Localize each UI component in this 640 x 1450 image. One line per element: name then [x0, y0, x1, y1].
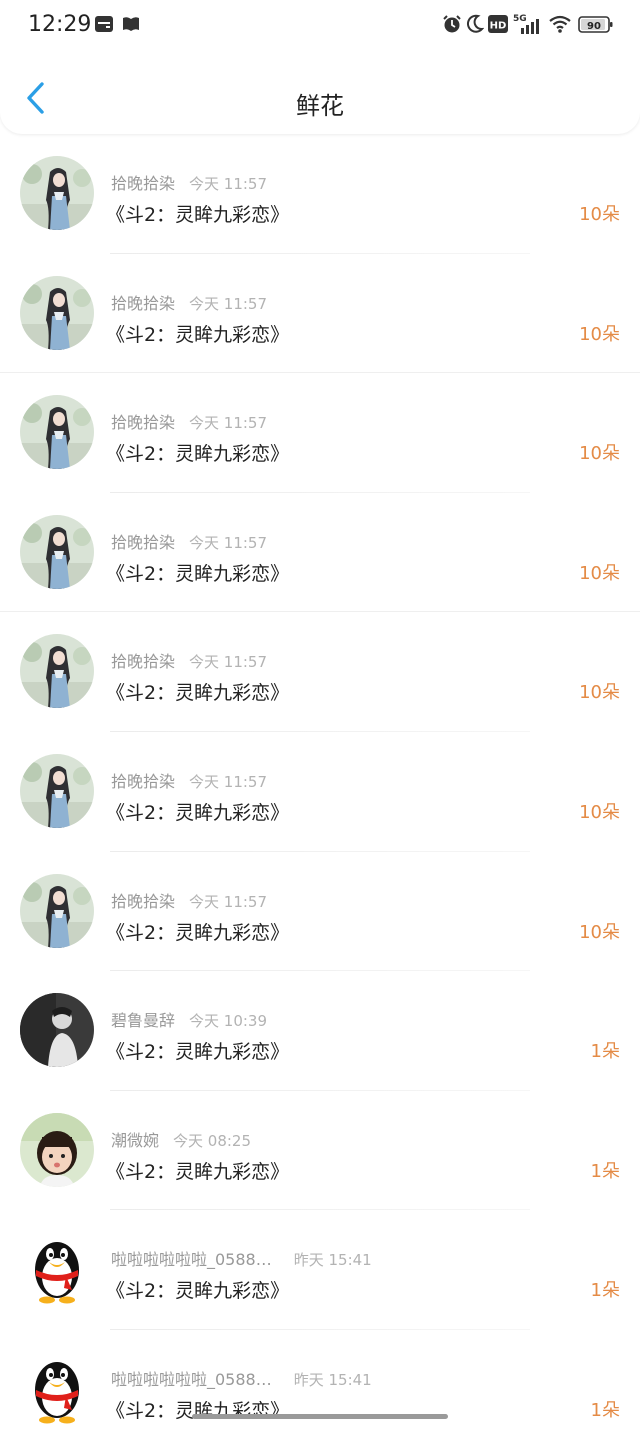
storage-icon: [94, 14, 114, 38]
avatar[interactable]: [20, 156, 94, 230]
book-title: 《斗2：灵眸九彩恋》: [106, 1160, 290, 1183]
timestamp: 今天 11:57: [189, 892, 268, 911]
list-item[interactable]: 碧鲁曼辞 今天 10:39 《斗2：灵眸九彩恋》 1朵: [0, 971, 640, 1091]
timestamp: 昨天 15:41: [293, 1251, 372, 1270]
status-bar: 12:29 HD 5G 90: [0, 0, 640, 52]
timestamp: 今天 11:57: [189, 772, 268, 791]
flower-count: 10朵: [579, 323, 620, 345]
list-item[interactable]: 拾晚拾染 今天 11:57 《斗2：灵眸九彩恋》 10朵: [0, 732, 640, 852]
timestamp: 今天 10:39: [189, 1012, 268, 1031]
list-item[interactable]: 潮微婉 今天 08:25 《斗2：灵眸九彩恋》 1朵: [0, 1091, 640, 1211]
avatar[interactable]: [20, 1352, 94, 1426]
avatar[interactable]: [20, 1113, 94, 1187]
flower-count: 1朵: [590, 1160, 620, 1182]
flower-count: 10朵: [579, 801, 620, 823]
avatar[interactable]: [20, 276, 94, 350]
username: 碧鲁曼辞 今天 10:39: [111, 1011, 268, 1031]
avatar[interactable]: [20, 395, 94, 469]
username: 拾晚拾染 今天 11:57: [111, 413, 268, 433]
list-item[interactable]: 啦啦啦啦啦啦_0588… 昨天 15:41 《斗2：灵眸九彩恋》 1朵: [0, 1210, 640, 1330]
book-title: 《斗2：灵眸九彩恋》: [106, 921, 290, 944]
penguin-icon: [20, 1352, 94, 1426]
wifi-icon: [548, 14, 572, 38]
app-header: 12:29 HD 5G 90 鲜花: [0, 0, 640, 134]
battery-level: 90: [587, 21, 601, 32]
timestamp: 今天 08:25: [173, 1131, 252, 1150]
moon-icon: [466, 14, 485, 38]
username: 拾晚拾染 今天 11:57: [111, 293, 268, 313]
timestamp: 昨天 15:41: [293, 1370, 372, 1389]
signal-icon: 5G: [512, 12, 544, 40]
username: 啦啦啦啦啦啦_0588… 昨天 15:41: [111, 1250, 372, 1270]
flower-count: 10朵: [579, 443, 620, 465]
avatar[interactable]: [20, 874, 94, 948]
flower-count: 1朵: [590, 1399, 620, 1421]
penguin-icon: [20, 1232, 94, 1306]
timestamp: 今天 11:57: [189, 414, 268, 433]
username: 啦啦啦啦啦啦_0588… 昨天 15:41: [111, 1369, 372, 1389]
timestamp: 今天 11:57: [189, 294, 268, 313]
timestamp: 今天 11:57: [189, 175, 268, 193]
flower-count: 1朵: [590, 1280, 620, 1302]
list-item[interactable]: 拾晚拾染 今天 11:57 《斗2：灵眸九彩恋》 10朵: [0, 852, 640, 972]
timestamp: 今天 11:57: [189, 533, 268, 552]
username: 拾晚拾染 今天 11:57: [111, 771, 268, 791]
nav-bar: 鲜花: [0, 66, 640, 132]
flower-count: 10朵: [579, 682, 620, 704]
flower-count: 10朵: [579, 562, 620, 584]
page-title: 鲜花: [296, 92, 344, 120]
list-item[interactable]: 拾晚拾染 今天 11:57 《斗2：灵眸九彩恋》 10朵: [0, 254, 640, 374]
hd-icon: HD: [488, 14, 508, 38]
book-title: 《斗2：灵眸九彩恋》: [106, 682, 290, 705]
avatar[interactable]: [20, 515, 94, 589]
flower-count: 1朵: [590, 1041, 620, 1063]
status-time: 12:29: [28, 12, 92, 37]
avatar[interactable]: [20, 634, 94, 708]
book-title: 《斗2：灵眸九彩恋》: [106, 1041, 290, 1064]
svg-text:HD: HD: [490, 21, 507, 32]
timestamp: 今天 11:57: [189, 653, 268, 672]
flower-count: 10朵: [579, 921, 620, 943]
battery-icon: 90: [578, 15, 614, 39]
avatar[interactable]: [20, 754, 94, 828]
flower-count: 10朵: [579, 204, 620, 225]
avatar[interactable]: [20, 1232, 94, 1306]
list-item[interactable]: 拾晚拾染 今天 11:57 《斗2：灵眸九彩恋》 10朵: [0, 134, 640, 254]
book-title: 《斗2：灵眸九彩恋》: [106, 562, 290, 585]
list-item[interactable]: 啦啦啦啦啦啦_0588… 昨天 15:41 《斗2：灵眸九彩恋》 1朵: [0, 1330, 640, 1450]
network-label: 5G: [513, 14, 527, 24]
username: 拾晚拾染 今天 11:57: [111, 891, 268, 911]
list-item[interactable]: 拾晚拾染 今天 11:57 《斗2：灵眸九彩恋》 10朵: [0, 493, 640, 613]
book-title: 《斗2：灵眸九彩恋》: [106, 801, 290, 824]
avatar[interactable]: [20, 993, 94, 1067]
home-indicator[interactable]: [192, 1414, 448, 1419]
list-item[interactable]: 拾晚拾染 今天 11:57 《斗2：灵眸九彩恋》 10朵: [0, 373, 640, 493]
flower-list: 拾晚拾染 今天 11:57 《斗2：灵眸九彩恋》 10朵 拾晚拾染 今天 11:57…: [0, 134, 640, 1450]
username: 拾晚拾染 今天 11:57: [111, 652, 268, 672]
book-title: 《斗2：灵眸九彩恋》: [106, 204, 290, 226]
username: 拾晚拾染 今天 11:57: [111, 532, 268, 552]
username: 潮微婉 今天 08:25: [111, 1130, 252, 1150]
list-item[interactable]: 拾晚拾染 今天 11:57 《斗2：灵眸九彩恋》 10朵: [0, 612, 640, 732]
book-title: 《斗2：灵眸九彩恋》: [106, 1280, 290, 1303]
book-title: 《斗2：灵眸九彩恋》: [106, 443, 290, 466]
book-icon: [122, 14, 140, 38]
alarm-icon: [442, 14, 462, 38]
book-title: 《斗2：灵眸九彩恋》: [106, 323, 290, 346]
username: 拾晚拾染 今天 11:57: [111, 174, 268, 193]
